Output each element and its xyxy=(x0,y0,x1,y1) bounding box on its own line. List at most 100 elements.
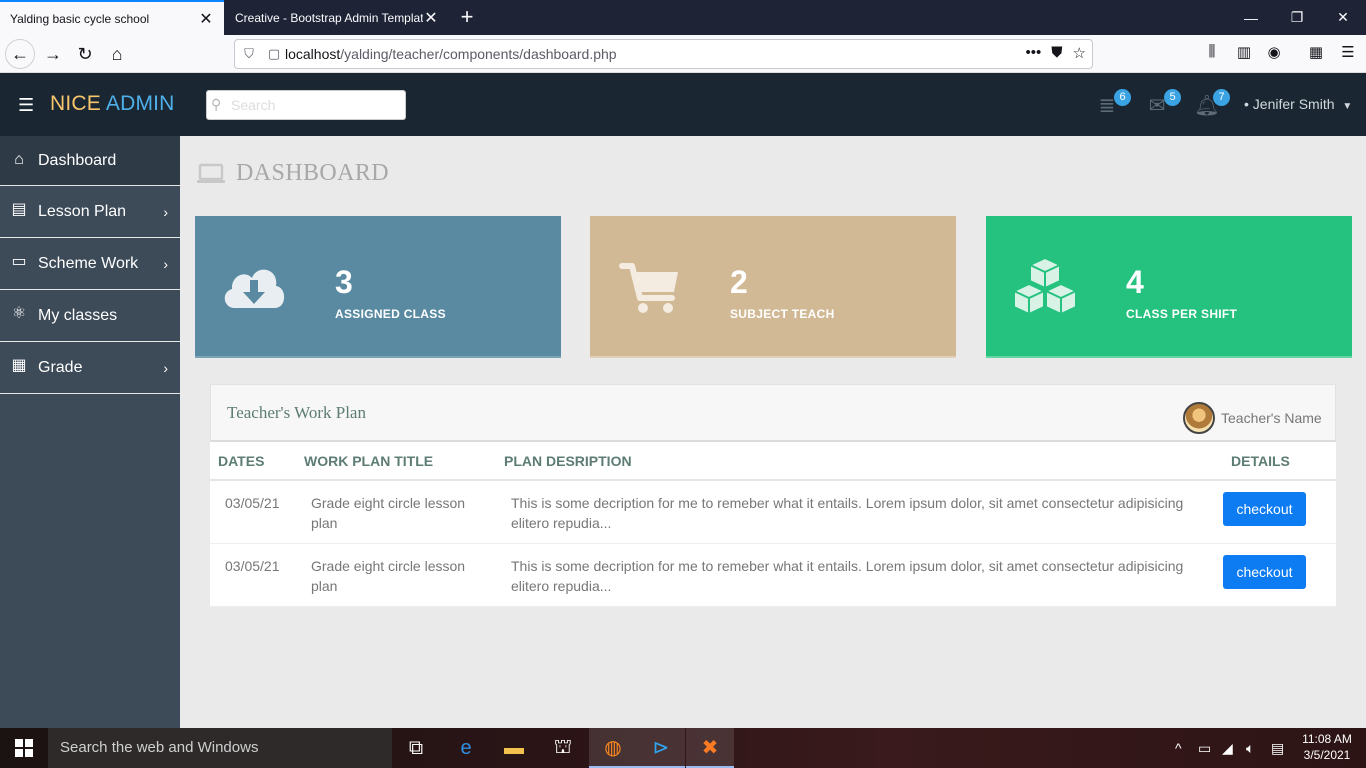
cloud-download-icon xyxy=(224,269,285,308)
desktop-icon: ▭ xyxy=(11,253,27,270)
atom-icon: ⚛ xyxy=(11,305,27,322)
page-heading: DASHBOARD xyxy=(196,160,389,187)
menu-icon[interactable]: ☰ xyxy=(1337,43,1359,65)
search-icon: ⚲ xyxy=(211,96,222,112)
stat-value: 3 xyxy=(335,264,353,300)
browser-tab-bar: Yalding basic cycle school ✕ Creative - … xyxy=(0,0,1366,35)
stat-label: SUBJECT TEACH xyxy=(730,307,835,321)
sidebar-item-grade[interactable]: ▦ Grade › xyxy=(0,342,180,394)
sidebar-item-label: Grade xyxy=(38,358,83,376)
shopping-cart-icon xyxy=(619,263,678,313)
browser-tab[interactable]: Creative - Bootstrap Admin Template ✕ xyxy=(225,0,449,35)
library-icon[interactable]: ⫼ xyxy=(1201,43,1223,65)
url-bar[interactable]: ⛉ ▢ localhost/yalding/teacher/components… xyxy=(234,39,1093,69)
reload-icon[interactable]: ↻ xyxy=(70,39,100,69)
taskbar-search-input[interactable]: Search the web and Windows xyxy=(48,728,392,768)
firefox-icon[interactable]: ◍ xyxy=(589,728,637,768)
more-actions-icon[interactable]: ••• xyxy=(1026,44,1042,62)
chevron-right-icon: › xyxy=(163,256,168,272)
cubes-icon xyxy=(1013,256,1077,316)
panel-header: Teacher's Work Plan Teacher's Name xyxy=(210,384,1336,442)
page-title: DASHBOARD xyxy=(236,160,389,186)
action-center-icon[interactable]: ▤ xyxy=(1271,740,1284,757)
stat-label: ASSIGNED CLASS xyxy=(335,307,446,321)
caret-down-icon: ▼ xyxy=(1342,101,1353,112)
avatar xyxy=(1183,402,1215,434)
browser-nav-bar: ← → ↻ ⌂ ⛉ ▢ localhost/yalding/teacher/co… xyxy=(0,35,1366,73)
sidebar-item-lesson-plan[interactable]: ▤ Lesson Plan › xyxy=(0,186,180,238)
file-explorer-icon[interactable]: ▬ xyxy=(490,728,538,768)
search-box: ⚲ xyxy=(206,90,406,120)
chevron-right-icon: › xyxy=(163,360,168,376)
battery-icon[interactable]: ▭ xyxy=(1198,740,1211,757)
column-header-description: PLAN DESRIPTION xyxy=(496,442,1223,481)
laptop-icon xyxy=(197,163,225,183)
task-view-icon[interactable]: ⧉ xyxy=(392,728,440,768)
home-icon[interactable]: ⌂ xyxy=(102,39,132,69)
tab-title: Creative - Bootstrap Admin Template xyxy=(235,10,423,25)
restore-icon[interactable]: ❐ xyxy=(1274,0,1320,35)
user-menu[interactable]: • Jenifer Smith ▼ xyxy=(1244,96,1352,112)
tasks-badge: 6 xyxy=(1114,89,1131,106)
user-status-dot: • xyxy=(1244,96,1253,112)
teacher-name-label: Teacher's Name xyxy=(1221,410,1322,426)
checkout-button[interactable]: checkout xyxy=(1223,492,1306,526)
window-close-icon[interactable]: ✕ xyxy=(1320,0,1366,35)
tray-chevron-up-icon[interactable]: ^ xyxy=(1175,740,1182,756)
vscode-icon[interactable]: ⊳ xyxy=(637,728,685,768)
sidebar: ⌂ Dashboard ▤ Lesson Plan › ▭ Scheme Wor… xyxy=(0,136,180,728)
panel-title: Teacher's Work Plan xyxy=(227,403,366,422)
checkout-button[interactable]: checkout xyxy=(1223,554,1306,589)
stat-card-class-per-shift: 4 CLASS PER SHIFT xyxy=(986,216,1352,356)
sidebar-item-my-classes[interactable]: ⚛ My classes xyxy=(0,290,180,342)
sidebar-item-label: Dashboard xyxy=(38,151,117,169)
network-icon[interactable]: ◢ xyxy=(1222,740,1233,757)
clock-time: 11:08 AM xyxy=(1302,732,1352,746)
stat-card-assigned-class: 3 ASSIGNED CLASS xyxy=(195,216,561,356)
cell-details: checkout xyxy=(1223,543,1336,607)
search-input[interactable] xyxy=(231,97,401,113)
windows-taskbar: Search the web and Windows ⧉ e ▬ ⛫ ◍ ⊳ ✖… xyxy=(0,728,1366,768)
sidebar-item-scheme-work[interactable]: ▭ Scheme Work › xyxy=(0,238,180,290)
minimize-icon[interactable]: — xyxy=(1228,0,1274,35)
mail-badge: 5 xyxy=(1164,89,1181,106)
account-icon[interactable]: ◉ xyxy=(1263,43,1285,65)
pocket-icon[interactable]: ⛊ xyxy=(1051,44,1062,62)
xampp-icon[interactable]: ✖ xyxy=(686,728,734,768)
stat-value: 4 xyxy=(1126,264,1144,300)
cell-date: 03/05/21 xyxy=(210,480,296,544)
cell-description: This is some decription for me to remebe… xyxy=(496,543,1223,607)
column-header-dates: DATES xyxy=(210,442,296,481)
shield-icon[interactable]: ⛉ xyxy=(235,46,263,62)
close-icon[interactable]: ✕ xyxy=(198,9,214,29)
sidebar-toggle-icon[interactable]: ▥ xyxy=(1233,43,1255,65)
browser-tab-active[interactable]: Yalding basic cycle school ✕ xyxy=(0,0,224,35)
cell-description: This is some decription for me to remebe… xyxy=(496,480,1223,544)
windows-start-icon[interactable] xyxy=(0,728,48,768)
taskbar-clock[interactable]: 11:08 AM 3/5/2021 xyxy=(1294,731,1360,763)
sidebar-item-label: Lesson Plan xyxy=(38,202,127,220)
column-header-title: WORK PLAN TITLE xyxy=(296,442,496,481)
sidebar-item-label: Scheme Work xyxy=(38,254,139,272)
brand-logo[interactable]: NICE ADMIN xyxy=(50,92,175,116)
edge-icon[interactable]: e xyxy=(442,728,490,768)
page-info-icon[interactable]: ▢ xyxy=(263,46,285,62)
forward-icon[interactable]: → xyxy=(38,39,68,69)
brand-part2: ADMIN xyxy=(105,92,175,115)
extensions-icon[interactable]: ▦ xyxy=(1305,43,1327,65)
volume-icon[interactable]: 🔈︎ xyxy=(1246,740,1254,757)
url-actions: ••• ⛊ ☆ xyxy=(1026,44,1086,62)
new-tab-icon[interactable]: + xyxy=(455,4,479,30)
bookmark-star-icon[interactable]: ☆ xyxy=(1073,44,1086,62)
sidebar-item-dashboard[interactable]: ⌂ Dashboard xyxy=(0,136,180,186)
column-header-details: DETAILS xyxy=(1223,442,1336,481)
user-name: Jenifer Smith xyxy=(1252,96,1335,112)
close-icon[interactable]: ✕ xyxy=(423,8,439,28)
stat-card-subject-teach: 2 SUBJECT TEACH xyxy=(590,216,956,356)
url-host: localhost xyxy=(285,46,341,62)
back-icon[interactable]: ← xyxy=(5,39,35,69)
table-header-row: DATES WORK PLAN TITLE PLAN DESRIPTION DE… xyxy=(210,442,1336,481)
hamburger-menu-icon[interactable]: ☰ xyxy=(18,95,34,116)
cell-details: checkout xyxy=(1223,480,1336,544)
store-icon[interactable]: ⛫ xyxy=(539,728,587,768)
